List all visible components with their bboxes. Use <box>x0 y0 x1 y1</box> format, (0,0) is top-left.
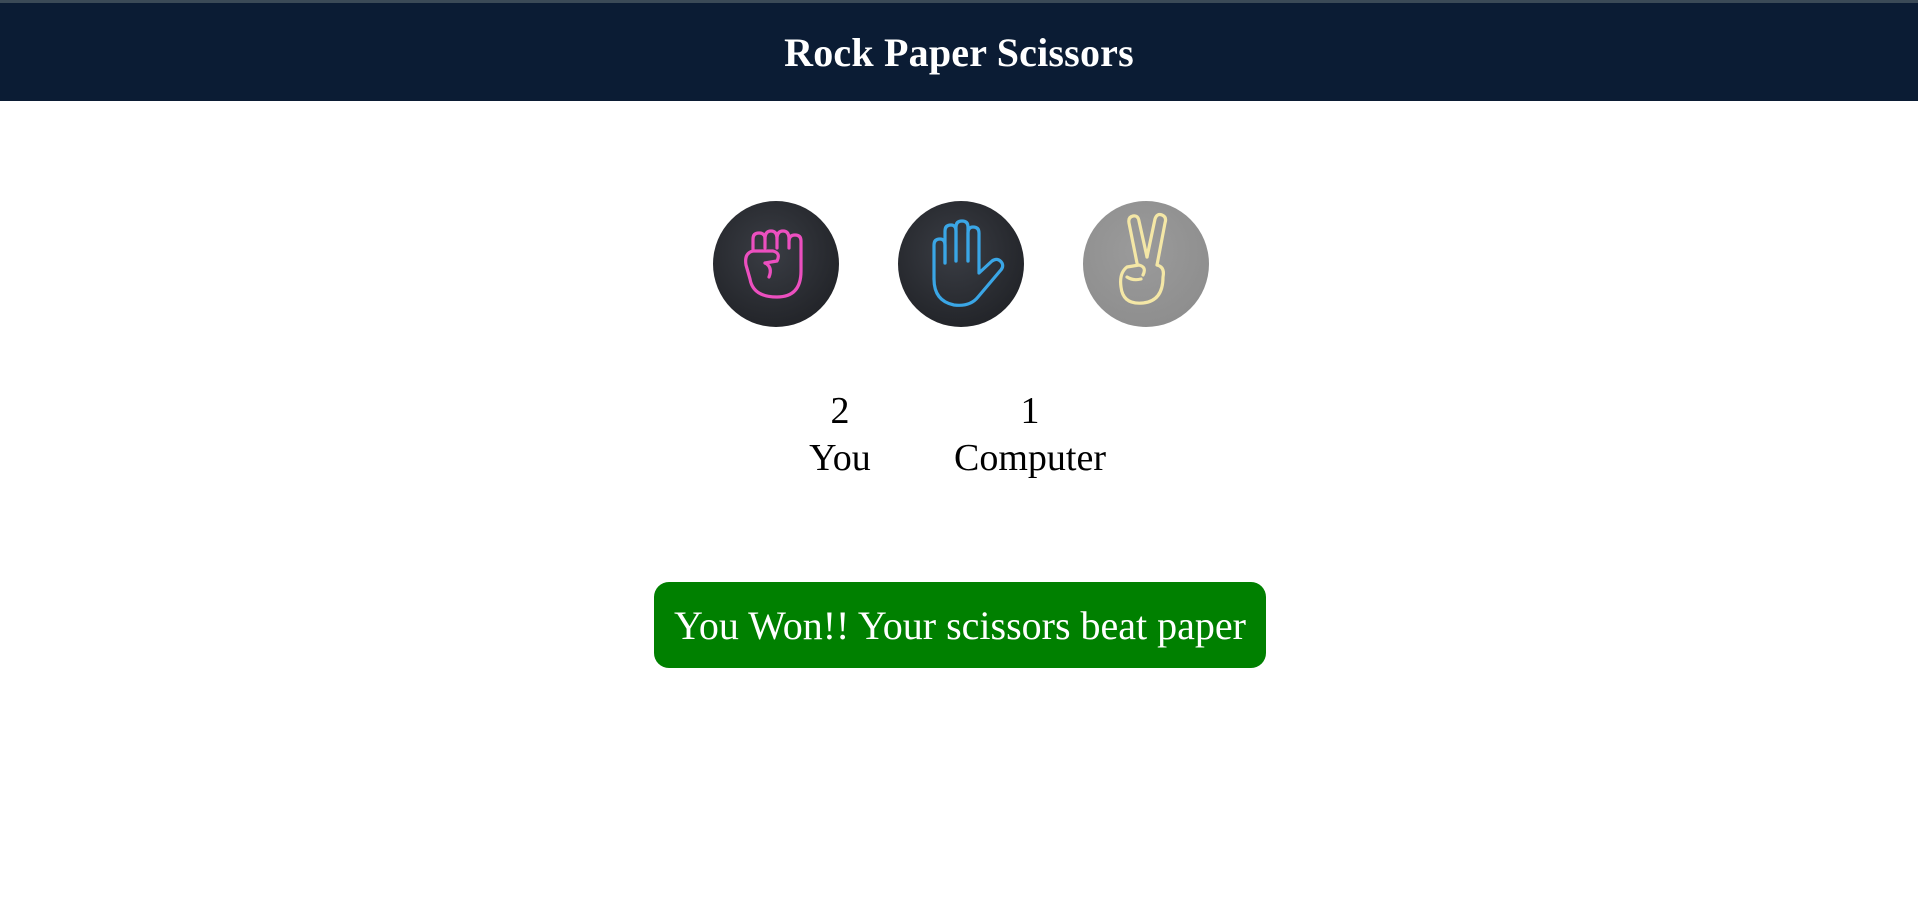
paper-button[interactable] <box>898 201 1024 327</box>
scissors-hand-icon <box>1119 212 1168 305</box>
computer-score-value: 1 <box>1020 390 1040 432</box>
user-score-value: 2 <box>830 390 850 432</box>
page-title: Rock Paper Scissors <box>784 29 1134 75</box>
user-score-label: You <box>809 437 871 479</box>
rock-button[interactable] <box>713 201 839 327</box>
result-message: You Won!! Your scissors beat paper <box>654 582 1266 668</box>
user-score: 2 You <box>800 388 880 482</box>
scissors-button[interactable] <box>1083 201 1209 327</box>
computer-score-label: Computer <box>954 437 1106 479</box>
choices-row <box>0 201 1918 327</box>
header-bar: Rock Paper Scissors <box>0 3 1918 101</box>
computer-score: 1 Computer <box>940 388 1120 482</box>
paper-hand-icon <box>932 219 1005 307</box>
rock-fist-icon <box>744 229 803 299</box>
